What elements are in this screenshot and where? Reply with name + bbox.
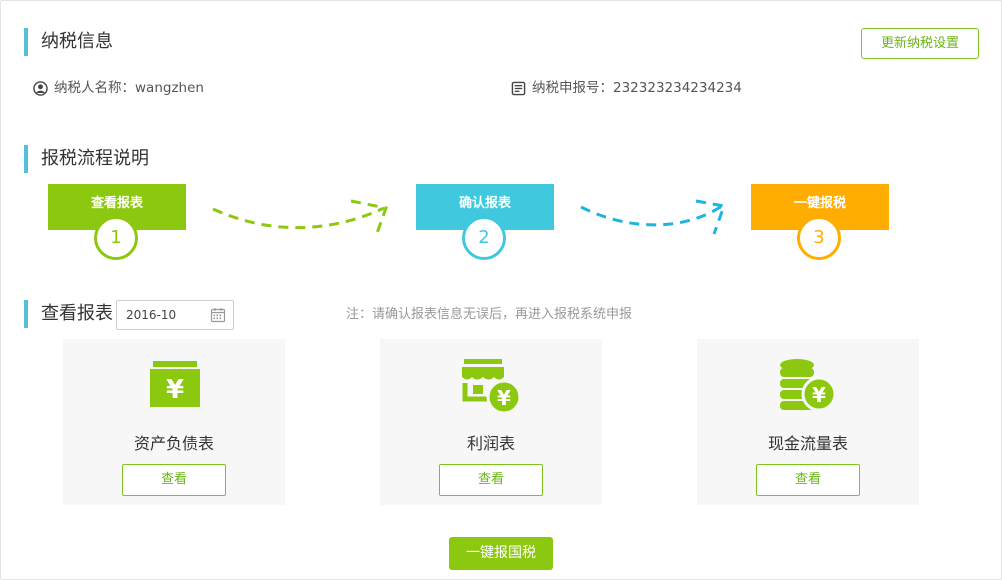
report-card-label: 现金流量表: [767, 434, 848, 453]
dashed-arrow-icon: [212, 199, 388, 237]
one-click-national-tax-button[interactable]: 一键报国税: [449, 537, 553, 570]
profit-store-icon: ¥: [462, 359, 522, 415]
dashed-arrow-icon: [580, 199, 727, 235]
svg-text:¥: ¥: [497, 386, 511, 410]
svg-text:¥: ¥: [812, 383, 826, 407]
step-number: 3: [797, 216, 841, 260]
section-title-process: 报税流程说明: [24, 145, 149, 173]
section-title-reports: 查看报表: [24, 300, 113, 328]
document-icon: [511, 81, 526, 95]
view-profit-button[interactable]: 查看: [439, 464, 543, 496]
update-tax-settings-button[interactable]: 更新纳税设置: [861, 28, 979, 59]
report-card-balance-sheet: ¥ 资产负债表 查看: [63, 339, 285, 505]
cash-flow-coins-icon: ¥: [780, 359, 837, 412]
report-card-label: 利润表: [466, 434, 515, 453]
view-cash-flow-button[interactable]: 查看: [756, 464, 860, 496]
report-card-profit: ¥ 利润表 查看: [380, 339, 602, 505]
user-icon: [33, 80, 48, 96]
taxpayer-name-row: 纳税人名称：wangzhen: [33, 78, 204, 98]
step-number: 1: [94, 216, 138, 260]
report-card-cash-flow: ¥ 现金流量表 查看: [697, 339, 919, 505]
svg-text:¥: ¥: [166, 375, 184, 405]
report-month-input[interactable]: [126, 308, 206, 322]
process-step-view-report: 查看报表 1: [48, 184, 186, 260]
report-card-label: 资产负债表: [133, 434, 214, 453]
step-number: 2: [462, 216, 506, 260]
process-step-confirm-report: 确认报表 2: [416, 184, 554, 260]
tax-number-row: 纳税申报号：232323234234234: [511, 78, 742, 98]
balance-sheet-icon: ¥: [150, 361, 200, 407]
report-month-picker[interactable]: [116, 300, 234, 330]
calendar-icon[interactable]: [210, 307, 226, 323]
confirm-note: 注：请确认报表信息无误后，再进入报税系统申报: [346, 307, 633, 322]
tax-number: 纳税申报号：232323234234234: [532, 80, 742, 96]
view-balance-sheet-button[interactable]: 查看: [122, 464, 226, 496]
process-step-one-click-tax: 一键报税 3: [751, 184, 889, 260]
section-title-tax-info: 纳税信息: [24, 28, 113, 56]
taxpayer-name: 纳税人名称：wangzhen: [54, 80, 204, 96]
